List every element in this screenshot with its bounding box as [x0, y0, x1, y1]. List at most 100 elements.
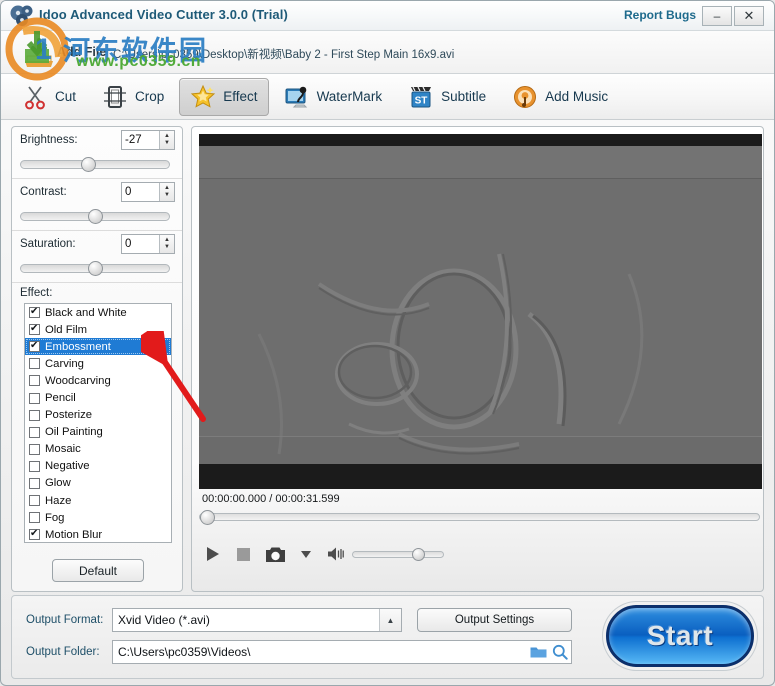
default-button[interactable]: Default [52, 559, 144, 582]
effect-item[interactable]: Negative [25, 458, 171, 475]
start-button-label: Start [647, 620, 713, 652]
tab-subtitle-label: Subtitle [441, 89, 486, 104]
saturation-value[interactable]: 0 [122, 235, 159, 253]
video-preview[interactable] [199, 134, 762, 489]
output-format-value[interactable]: Xvid Video (*.avi) [113, 613, 379, 627]
effect-item[interactable]: Pencil [25, 389, 171, 406]
effect-item-label: Pencil [45, 392, 76, 404]
effect-item[interactable]: Oil Painting [25, 424, 171, 441]
effect-checkbox[interactable] [29, 324, 40, 335]
effect-item[interactable]: Old Film [25, 321, 171, 338]
volume-slider-thumb[interactable] [412, 548, 425, 561]
effect-item[interactable]: Posterize [25, 407, 171, 424]
effect-item-label: Mosaic [45, 443, 81, 455]
effect-item-label: Woodcarving [45, 375, 111, 387]
tab-crop[interactable]: Crop [91, 78, 175, 116]
time-display: 00:00:00.000 / 00:00:31.599 [202, 493, 340, 505]
effect-list[interactable]: Black and White Old Film Embossment Carving… [24, 303, 172, 543]
stop-button[interactable] [236, 547, 251, 562]
play-button[interactable] [204, 545, 222, 563]
output-settings-button[interactable]: Output Settings [417, 608, 572, 632]
saturation-slider-thumb[interactable] [88, 261, 103, 276]
close-button[interactable]: ✕ [734, 6, 764, 26]
output-folder-value[interactable]: C:\Users\pc0359\Videos\ [113, 645, 527, 659]
effect-checkbox[interactable] [29, 427, 40, 438]
tab-subtitle[interactable]: ST Subtitle [397, 78, 497, 116]
contrast-spin-arrows[interactable]: ▲▼ [159, 183, 174, 201]
saturation-spin-arrows[interactable]: ▲▼ [159, 235, 174, 253]
tab-add-music[interactable]: Add Music [501, 78, 619, 116]
folder-icon[interactable] [527, 645, 549, 659]
window-title: Idoo Advanced Video Cutter 3.0.0 (Trial) [39, 7, 288, 22]
output-format-label: Output Format: [26, 614, 103, 626]
saturation-slider[interactable] [20, 264, 170, 273]
effect-item[interactable]: Black and White [25, 304, 171, 321]
contrast-slider[interactable] [20, 212, 170, 221]
effect-checkbox[interactable] [29, 478, 40, 489]
saturation-stepper[interactable]: 0 ▲▼ [121, 234, 175, 254]
effect-item-label: Black and White [45, 307, 127, 319]
title-bar: Idoo Advanced Video Cutter 3.0.0 (Trial)… [1, 1, 774, 31]
start-button[interactable]: Start [606, 605, 754, 667]
add-file-label[interactable]: Add File [57, 45, 106, 59]
minimize-button[interactable]: – [702, 6, 732, 26]
effect-checkbox[interactable] [29, 529, 40, 540]
brightness-spin-arrows[interactable]: ▲▼ [159, 131, 174, 149]
effect-checkbox[interactable] [29, 375, 40, 386]
effect-item[interactable]: Mosaic [25, 441, 171, 458]
seek-slider[interactable] [199, 513, 760, 521]
tab-watermark[interactable]: WaterMark [273, 78, 394, 116]
effect-item[interactable]: Fog [25, 509, 171, 526]
report-bugs-link[interactable]: Report Bugs [624, 8, 696, 22]
effect-item-label: Embossment [45, 341, 111, 353]
effect-item[interactable]: Glow [25, 475, 171, 492]
brightness-slider-thumb[interactable] [81, 157, 96, 172]
snapshot-dropdown[interactable] [300, 549, 312, 559]
effect-checkbox[interactable] [29, 393, 40, 404]
effect-item[interactable]: Woodcarving [25, 372, 171, 389]
effect-item[interactable]: Carving [25, 355, 171, 372]
volume-slider[interactable] [352, 551, 444, 558]
main-body: Brightness: -27 ▲▼ Contrast: 0 ▲▼ [1, 120, 774, 600]
add-file-row: Add File C:\Users\pc0359\Desktop\新视频\Bab… [1, 31, 774, 74]
watermark-icon [284, 84, 310, 110]
effect-checkbox[interactable] [29, 307, 40, 318]
chevron-up-icon[interactable]: ▲ [379, 609, 401, 631]
effect-item-label: Carving [45, 358, 84, 370]
output-format-combobox[interactable]: Xvid Video (*.avi) ▲ [112, 608, 402, 632]
brightness-stepper[interactable]: -27 ▲▼ [121, 130, 175, 150]
add-file-icon[interactable] [23, 37, 55, 68]
snapshot-button[interactable] [265, 546, 286, 563]
brightness-slider[interactable] [20, 160, 170, 169]
effect-item[interactable]: Haze [25, 492, 171, 509]
effect-checkbox[interactable] [29, 410, 40, 421]
volume-icon[interactable] [326, 546, 346, 562]
contrast-slider-thumb[interactable] [88, 209, 103, 224]
tab-cut-label: Cut [55, 89, 76, 104]
search-icon[interactable] [549, 644, 571, 660]
tab-effect[interactable]: Effect [179, 78, 268, 116]
effect-item-label: Negative [45, 460, 90, 472]
effect-checkbox[interactable] [29, 444, 40, 455]
contrast-stepper[interactable]: 0 ▲▼ [121, 182, 175, 202]
scissors-icon [22, 84, 48, 110]
contrast-value[interactable]: 0 [122, 183, 159, 201]
effect-checkbox[interactable] [29, 358, 40, 369]
playback-controls [204, 541, 444, 567]
brightness-value[interactable]: -27 [122, 131, 159, 149]
effect-item[interactable]: Embossment [25, 338, 171, 355]
tab-crop-label: Crop [135, 89, 164, 104]
effect-checkbox[interactable] [29, 512, 40, 523]
output-folder-field[interactable]: C:\Users\pc0359\Videos\ [112, 640, 572, 664]
effect-checkbox[interactable] [29, 495, 40, 506]
effect-settings-panel: Brightness: -27 ▲▼ Contrast: 0 ▲▼ [11, 126, 183, 592]
effect-checkbox[interactable] [29, 341, 40, 352]
preview-panel: 00:00:00.000 / 00:00:31.599 [191, 126, 764, 592]
tab-add-music-label: Add Music [545, 89, 608, 104]
effect-item-label: Old Film [45, 324, 87, 336]
tab-cut[interactable]: Cut [11, 78, 87, 116]
saturation-label: Saturation: [20, 238, 76, 250]
effect-item[interactable]: Motion Blur [25, 526, 171, 543]
seek-slider-thumb[interactable] [200, 510, 215, 525]
effect-checkbox[interactable] [29, 461, 40, 472]
